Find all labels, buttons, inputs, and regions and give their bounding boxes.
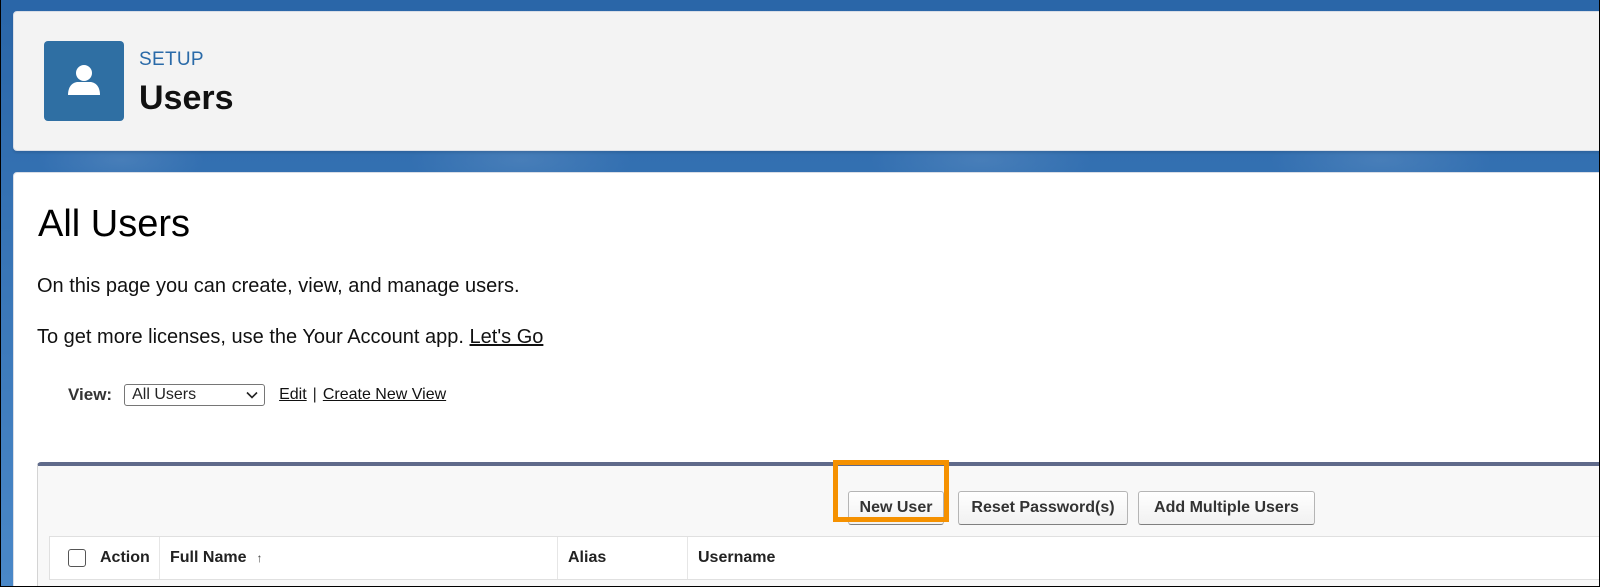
users-list-panel: New User Reset Password(s) Add Multiple …	[37, 460, 1599, 586]
add-multiple-users-button[interactable]: Add Multiple Users	[1138, 491, 1315, 525]
edit-view-link[interactable]: Edit	[279, 386, 307, 404]
column-header-full-name[interactable]: Full Name ↑	[160, 537, 558, 579]
column-header-action: Action	[50, 537, 160, 579]
column-label-alias: Alias	[568, 549, 607, 566]
column-label-action: Action	[100, 549, 150, 566]
create-new-view-link[interactable]: Create New View	[323, 386, 446, 404]
header-eyebrow: SETUP	[139, 49, 204, 70]
page-header-title: Users	[139, 79, 234, 117]
column-header-username[interactable]: Username	[688, 537, 1588, 579]
select-all-checkbox[interactable]	[68, 549, 86, 567]
main-content: All Users On this page you can create, v…	[13, 172, 1599, 586]
new-user-button[interactable]: New User	[848, 491, 944, 525]
licenses-text: To get more licenses, use the Your Accou…	[37, 326, 464, 348]
view-select[interactable]: All Users	[124, 384, 266, 406]
column-label-username: Username	[698, 549, 776, 566]
column-header-alias[interactable]: Alias	[558, 537, 688, 579]
view-selector-row: View: All Users Edit | Create New View	[68, 381, 446, 409]
sort-ascending-icon: ↑	[256, 551, 263, 565]
table-header: Action Full Name ↑ Alias Username	[49, 536, 1599, 580]
licenses-info: To get more licenses, use the Your Accou…	[37, 326, 543, 349]
page-title: All Users	[38, 203, 191, 245]
lets-go-link[interactable]: Let's Go	[470, 326, 544, 348]
chevron-down-icon	[246, 391, 258, 399]
view-select-value: All Users	[132, 386, 197, 403]
reset-password-button[interactable]: Reset Password(s)	[958, 491, 1128, 525]
view-label: View:	[68, 385, 113, 404]
page-header: SETUP Users	[13, 11, 1599, 151]
user-icon	[44, 41, 124, 121]
app-frame: SETUP Users All Users On this page you c…	[1, 0, 1599, 586]
page-description: On this page you can create, view, and m…	[37, 275, 520, 297]
link-separator: |	[312, 386, 317, 403]
column-label-full-name: Full Name	[170, 549, 247, 566]
